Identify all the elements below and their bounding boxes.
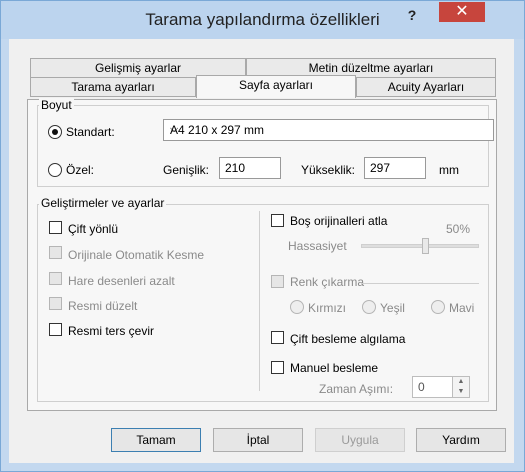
green-radio[interactable] — [362, 300, 376, 314]
moire-checkbox[interactable] — [49, 272, 62, 285]
standard-label: Standart: — [66, 125, 115, 139]
timeout-value: 0 — [418, 380, 425, 394]
auto-crop-checkbox[interactable] — [49, 246, 62, 259]
help-title-button[interactable]: ? — [401, 5, 423, 25]
custom-label: Özel: — [66, 163, 95, 177]
title-bar: Tarama yapılandırma özellikleri ? ✕ — [1, 1, 524, 39]
chevron-down-icon: ⌵ — [170, 123, 179, 135]
auto-crop-label: Orijinale Otomatik Kesme — [68, 248, 205, 262]
unit-label: mm — [439, 163, 459, 177]
invert-image-checkbox[interactable] — [49, 323, 62, 336]
tab-page-settings[interactable]: Sayfa ayarları — [196, 75, 356, 98]
timeout-label: Zaman Aşımı: — [319, 382, 394, 396]
double-feed-checkbox[interactable] — [271, 331, 284, 344]
invert-image-label: Resmi ters çevir — [68, 324, 155, 338]
sensitivity-value: 50% — [446, 222, 471, 236]
height-label: Yükseklik: — [301, 163, 356, 177]
green-label: Yeşil — [380, 301, 405, 315]
timeout-spinner[interactable]: 0 ▲ ▼ — [412, 376, 470, 398]
blue-label: Mavi — [449, 301, 475, 315]
color-drop-separator — [361, 283, 479, 284]
help-button[interactable]: Yardım — [416, 428, 506, 452]
apply-button[interactable]: Uygula — [315, 428, 405, 452]
size-group-title: Boyut — [39, 98, 74, 112]
manual-feed-checkbox[interactable] — [271, 361, 284, 374]
color-drop-checkbox[interactable] — [271, 275, 284, 288]
skip-blank-checkbox[interactable] — [271, 214, 284, 227]
deskew-checkbox[interactable] — [49, 297, 62, 310]
sensitivity-label: Hassasiyet — [288, 239, 347, 253]
skip-blank-label: Boş orijinalleri atla — [290, 214, 388, 228]
sensitivity-slider-track — [361, 244, 479, 248]
standard-radio[interactable] — [48, 125, 62, 139]
tab-acuity-settings[interactable]: Acuity Ayarları — [356, 77, 496, 97]
double-feed-label: Çift besleme algılama — [290, 332, 406, 346]
custom-radio[interactable] — [48, 163, 62, 177]
tab-scan-settings[interactable]: Tarama ayarları — [30, 77, 196, 97]
radio-dot-icon — [52, 129, 58, 135]
close-button[interactable]: ✕ — [439, 2, 485, 22]
duplex-checkbox[interactable] — [49, 221, 62, 234]
spinner-arrows-icon[interactable]: ▲ ▼ — [452, 377, 469, 397]
ok-button[interactable]: Tamam — [111, 428, 201, 452]
manual-feed-label: Manuel besleme — [290, 361, 379, 375]
width-input[interactable]: 210 — [219, 157, 281, 179]
enhancements-group-title: Geliştirmeler ve ayarlar — [39, 196, 167, 210]
color-drop-label: Renk çıkarma — [290, 275, 365, 289]
blue-radio[interactable] — [431, 300, 445, 314]
sensitivity-slider-thumb[interactable] — [422, 238, 429, 254]
height-input[interactable]: 297 — [364, 157, 426, 179]
deskew-label: Resmi düzelt — [68, 299, 138, 313]
red-label: Kırmızı — [308, 301, 346, 315]
column-divider — [259, 211, 260, 391]
standard-size-select[interactable]: A4 210 x 297 mm ⌵ — [163, 119, 494, 141]
dialog-window: Tarama yapılandırma özellikleri ? ✕ Geli… — [0, 0, 525, 472]
red-radio[interactable] — [290, 300, 304, 314]
moire-label: Hare desenleri azalt — [68, 274, 175, 288]
cancel-button[interactable]: İptal — [213, 428, 303, 452]
duplex-label: Çift yönlü — [68, 222, 119, 236]
width-label: Genişlik: — [163, 163, 210, 177]
